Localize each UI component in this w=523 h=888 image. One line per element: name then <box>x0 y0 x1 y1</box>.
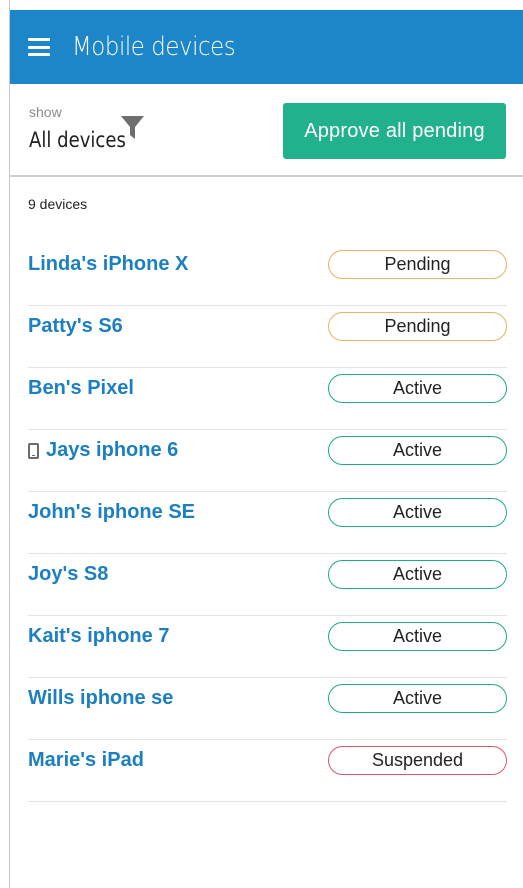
device-name-text: Ben's Pixel <box>28 377 134 399</box>
device-name-text: Wills iphone se <box>28 687 174 709</box>
status-badge: Active <box>328 436 507 465</box>
device-name-link[interactable]: John's iphone SE <box>28 501 195 524</box>
hamburger-menu-icon[interactable] <box>28 38 50 56</box>
device-name-text: Marie's iPad <box>28 749 144 771</box>
funnel-icon[interactable] <box>120 114 145 141</box>
status-badge: Active <box>328 622 507 651</box>
device-name-link[interactable]: Linda's iPhone X <box>28 253 188 276</box>
mobile-phone-icon <box>28 442 39 459</box>
filter-label: show <box>29 104 62 120</box>
device-name-text: John's iphone SE <box>28 501 195 523</box>
status-badge: Suspended <box>328 746 507 775</box>
device-name-link[interactable]: Joy's S8 <box>28 563 108 586</box>
app-header: Mobile devices <box>10 10 523 84</box>
device-name-text: Jays iphone 6 <box>46 439 179 461</box>
device-name-link[interactable]: Marie's iPad <box>28 749 144 772</box>
device-name-text: Kait's iphone 7 <box>28 625 170 647</box>
filter-selected-value[interactable]: All devices <box>29 128 126 152</box>
status-badge: Active <box>328 560 507 589</box>
device-name-link[interactable]: Patty's S6 <box>28 315 123 338</box>
device-row: Patty's S6 Pending <box>28 306 507 368</box>
device-row: Wills iphone se Active <box>28 678 507 740</box>
approve-all-pending-button[interactable]: Approve all pending <box>283 103 506 159</box>
device-name-link[interactable]: Jays iphone 6 <box>28 439 178 462</box>
status-badge: Active <box>328 374 507 403</box>
device-row: Marie's iPad Suspended <box>28 740 507 802</box>
device-row: Joy's S8 Active <box>28 554 507 616</box>
device-name-text: Linda's iPhone X <box>28 253 189 275</box>
device-count: 9 devices <box>28 196 88 212</box>
device-name-link[interactable]: Wills iphone se <box>28 687 173 710</box>
status-badge: Pending <box>328 312 507 341</box>
device-row: Kait's iphone 7 Active <box>28 616 507 678</box>
device-name-link[interactable]: Ben's Pixel <box>28 377 134 400</box>
status-badge: Active <box>328 684 507 713</box>
app-container: Mobile devices show All devices Approve … <box>10 10 523 888</box>
device-list: Linda's iPhone X Pending Patty's S6 Pend… <box>28 244 507 802</box>
filter-toolbar: show All devices Approve all pending <box>10 84 523 177</box>
device-row: Jays iphone 6 Active <box>28 430 507 492</box>
device-row: John's iphone SE Active <box>28 492 507 554</box>
status-badge: Active <box>328 498 507 527</box>
status-badge: Pending <box>328 250 507 279</box>
device-name-text: Joy's S8 <box>28 563 109 585</box>
device-row: Ben's Pixel Active <box>28 368 507 430</box>
device-name-text: Patty's S6 <box>28 315 123 337</box>
device-name-link[interactable]: Kait's iphone 7 <box>28 625 169 648</box>
page-title: Mobile devices <box>72 32 236 62</box>
device-row: Linda's iPhone X Pending <box>28 244 507 306</box>
